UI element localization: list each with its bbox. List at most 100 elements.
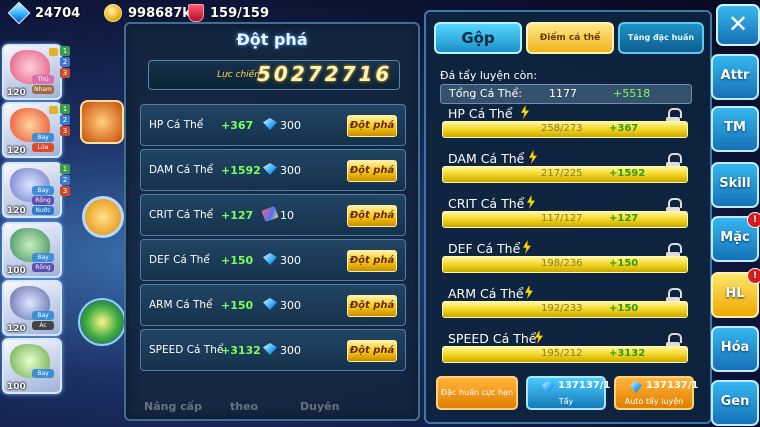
lock-icon[interactable] bbox=[666, 333, 682, 350]
diamond-icon bbox=[263, 343, 277, 355]
stat-value: 258/273 bbox=[541, 123, 583, 134]
stat-value: 192/233 bbox=[541, 303, 583, 314]
pet-slot-4[interactable]: Bay Rồng 100 bbox=[2, 222, 62, 278]
stat-progress-bar: 195/212 +3132 bbox=[442, 346, 688, 363]
pet-level: 120 bbox=[7, 206, 26, 216]
tab-follow[interactable]: theo bbox=[230, 400, 258, 413]
panel-title: Đột phá bbox=[236, 30, 308, 49]
stat-row-def: DEF Cá Thể 198/236 +150 bbox=[442, 240, 692, 281]
pet-type-tag: Bay bbox=[32, 253, 54, 262]
side-button-gen[interactable]: Gen bbox=[711, 380, 759, 426]
pet-type-tag: Nham bbox=[32, 85, 54, 94]
special-training-button[interactable]: Đặc huấn cực hạn bbox=[436, 376, 518, 410]
lightning-icon bbox=[529, 150, 537, 164]
wash-stone-count: 137137/1 bbox=[558, 380, 611, 391]
stat-name: DEF Cá Thể bbox=[149, 254, 210, 266]
rank-marker: 2 bbox=[60, 175, 70, 185]
total-value: 1177 bbox=[549, 87, 577, 100]
side-button-hl[interactable]: HL! bbox=[711, 268, 760, 318]
breakthrough-button[interactable]: Đột phá bbox=[347, 250, 397, 272]
notification-badge: ! bbox=[747, 212, 760, 228]
pet-type-tag: Lửa bbox=[32, 143, 54, 152]
lock-icon bbox=[49, 106, 58, 114]
pet-level: 100 bbox=[7, 266, 26, 276]
pet-level: 120 bbox=[7, 146, 26, 156]
gold-coin-icon bbox=[104, 4, 122, 22]
stat-progress-bar: 198/236 +150 bbox=[442, 256, 688, 273]
gem-icon bbox=[7, 1, 31, 25]
lock-icon[interactable] bbox=[666, 243, 682, 260]
tab-upgrade[interactable]: Nâng cấp bbox=[144, 400, 202, 413]
rank-marker: 2 bbox=[60, 115, 70, 125]
close-button[interactable]: ✕ bbox=[716, 4, 760, 46]
breakthrough-button[interactable]: Đột phá bbox=[347, 295, 397, 317]
tab-merge[interactable]: Gộp bbox=[434, 22, 522, 54]
stat-bonus: +150 bbox=[221, 254, 254, 267]
stat-row-arm: ARM Cá Thể 192/233 +150 bbox=[442, 285, 692, 326]
breakthrough-row: SPEED Cá Thể +3132 300 Đột phá bbox=[140, 329, 406, 371]
breakthrough-row: HP Cá Thể +367 300 Đột phá bbox=[140, 104, 406, 146]
stat-progress-bar: 192/233 +150 bbox=[442, 301, 688, 318]
stat-bonus: +150 bbox=[609, 258, 639, 269]
stat-bonus: +367 bbox=[609, 123, 639, 134]
side-button-label: Skill bbox=[719, 176, 751, 191]
auto-wash-button[interactable]: 137137/1 Auto tẩy luyện bbox=[614, 376, 698, 410]
side-button-tm[interactable]: TM bbox=[711, 106, 759, 152]
lock-icon[interactable] bbox=[666, 288, 682, 305]
lock-icon[interactable] bbox=[666, 153, 682, 170]
pet-slot-2[interactable]: Bay Lửa 120 bbox=[2, 102, 62, 158]
orb-icon[interactable] bbox=[78, 298, 126, 346]
lock-icon bbox=[49, 48, 58, 56]
pet-type-tag: Thú bbox=[32, 75, 54, 84]
pet-type-tag: Rồng bbox=[32, 196, 54, 205]
pet-type-tag: Bay bbox=[32, 133, 54, 142]
stat-name: DEF Cá Thể bbox=[448, 241, 521, 256]
side-button-label: TM bbox=[724, 120, 746, 135]
tab-individual-points[interactable]: Điểm cá thể bbox=[526, 22, 614, 54]
stat-bonus: +367 bbox=[221, 119, 254, 132]
stat-row-crit: CRIT Cá Thể 117/127 +127 bbox=[442, 195, 692, 236]
side-button-label: Gen bbox=[720, 394, 750, 409]
stamina-potion-icon bbox=[188, 4, 204, 22]
side-button-skill[interactable]: Skill bbox=[711, 162, 759, 208]
lightning-icon bbox=[527, 195, 535, 209]
breakthrough-button[interactable]: Đột phá bbox=[347, 340, 397, 362]
pet-rank-markers: 1 2 3 bbox=[60, 104, 70, 137]
gold-counter: 998687k bbox=[104, 4, 191, 22]
bottom-tabs: Nâng cấp theo Duyên bbox=[138, 398, 408, 416]
cost-value: 300 bbox=[280, 164, 301, 177]
stat-bonus: +3132 bbox=[609, 348, 646, 359]
pet-slot-5[interactable]: Bay Ác 120 bbox=[2, 280, 62, 336]
bag-icon[interactable] bbox=[82, 196, 124, 238]
pet-slot-3[interactable]: Bay Rồng Nước 120 bbox=[2, 162, 62, 218]
lightning-icon bbox=[523, 240, 531, 254]
stat-bonus: +1592 bbox=[609, 168, 646, 179]
breakthrough-button[interactable]: Đột phá bbox=[347, 115, 397, 137]
wash-stone-icon bbox=[542, 381, 554, 393]
lock-icon[interactable] bbox=[666, 108, 682, 125]
cost-value: 300 bbox=[280, 119, 301, 132]
rank-marker: 1 bbox=[60, 104, 70, 114]
scroll-icon bbox=[261, 205, 279, 223]
side-button-label: Hóa bbox=[720, 340, 750, 355]
side-button-equip[interactable]: Mặc! bbox=[711, 212, 760, 262]
total-individual-bar: Tổng Cá Thể: 1177 +5518 bbox=[440, 84, 692, 104]
combat-power-label: Lực chiến bbox=[217, 70, 260, 80]
stat-bonus: +3132 bbox=[221, 344, 261, 357]
lock-icon[interactable] bbox=[666, 198, 682, 215]
pet-level: 120 bbox=[7, 324, 26, 334]
breakthrough-panel: Đột phá Lực chiến 50272716 HP Cá Thể +36… bbox=[124, 22, 420, 421]
equipment-icon[interactable] bbox=[80, 100, 124, 144]
tab-bond[interactable]: Duyên bbox=[300, 400, 339, 413]
rank-marker: 3 bbox=[60, 186, 70, 196]
tab-special-training[interactable]: Tăng đặc huấn bbox=[618, 22, 704, 54]
wash-button[interactable]: 137137/1 Tẩy bbox=[526, 376, 610, 410]
breakthrough-button[interactable]: Đột phá bbox=[347, 160, 397, 182]
side-button-evolve[interactable]: Hóa bbox=[711, 326, 759, 372]
side-button-attr[interactable]: Attr bbox=[711, 54, 759, 100]
stat-name: SPEED Cá Thể bbox=[149, 344, 224, 356]
pet-slot-1[interactable]: Thú Nham 120 bbox=[2, 44, 62, 100]
pet-slot-6[interactable]: Bay 100 bbox=[2, 338, 62, 394]
stat-bonus: +150 bbox=[609, 303, 639, 314]
breakthrough-button[interactable]: Đột phá bbox=[347, 205, 397, 227]
